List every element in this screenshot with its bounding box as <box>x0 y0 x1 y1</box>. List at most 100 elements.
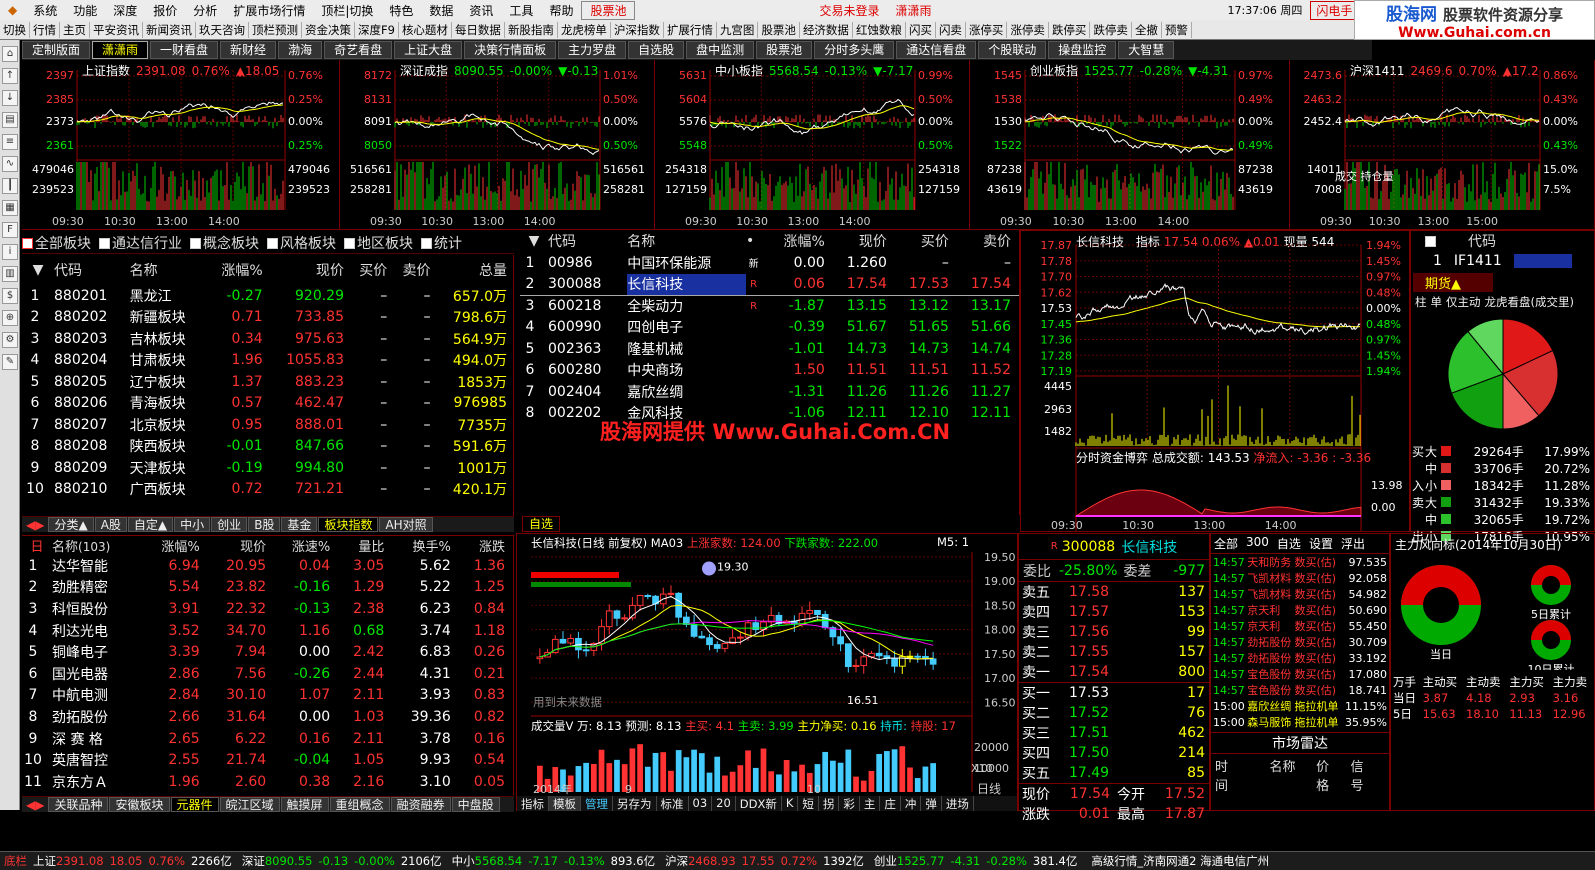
status-index-name[interactable]: 沪深 <box>665 853 688 869</box>
layout-tab-15[interactable]: 操盘监控 <box>1048 41 1117 59</box>
line-chart-icon[interactable]: ∿ <box>2 156 18 172</box>
toolbar-item-1[interactable]: 行情 <box>30 21 60 38</box>
sector-col-header[interactable]: 名称 <box>130 255 209 285</box>
watch-row[interactable]: 6 600280 中央商场 1.50 11.51 11.51 11.52 <box>520 360 1019 382</box>
sector-tab-3[interactable]: 中小 <box>174 517 211 532</box>
watch-col-header[interactable]: 代码 <box>548 230 627 252</box>
sector-col-header[interactable]: 买价 <box>350 255 393 285</box>
index-chart-2[interactable]: 中小板指 5568.54 -0.13% ▼-7.17 5631 5604 5576 5548 2… <box>655 60 970 230</box>
signal-row[interactable]: 14:57 宝色股份 数买(估) 17.080 <box>1211 666 1389 682</box>
toolbar-item-6[interactable]: 顶栏预测 <box>249 21 302 38</box>
orderbook-row[interactable]: 卖三 17.56 99 <box>1019 622 1209 642</box>
toolbar-item-4[interactable]: 新闻资讯 <box>143 21 196 38</box>
sector-tab-7[interactable]: 板块指数 <box>318 517 379 532</box>
prev-arrow-icon[interactable]: ◀▶ <box>22 518 48 532</box>
breadth-row[interactable]: 9 深 赛 格 2.65 6.22 0.16 2.11 3.78 0.16 <box>22 728 513 750</box>
futures-subtab-0[interactable]: 柱 <box>1415 294 1427 310</box>
toolbar-item-10[interactable]: 每日数据 <box>452 21 505 38</box>
kline-tool-13[interactable]: 庄 <box>880 796 901 811</box>
status-label[interactable]: 底栏 <box>0 853 27 869</box>
layout-tab-0[interactable]: 定制版面 <box>22 41 91 59</box>
sector-row[interactable]: 2 880202 新疆板块 0.71 733.85 – – 798.6万 <box>22 307 513 329</box>
sector-row[interactable]: 5 880205 辽宁板块 1.37 883.23 – – 1853万 <box>22 371 513 393</box>
futures-subtab-3[interactable]: 龙虎看盘(成交里) <box>1485 294 1574 310</box>
layout-tab-5[interactable]: 奇艺看盘 <box>324 41 393 59</box>
watch-row[interactable]: 2 300088 长信科技 R 0.06 17.54 17.53 17.54 <box>520 273 1019 295</box>
watch-col-header[interactable]: 现价 <box>833 230 895 252</box>
login-status[interactable]: 交易未登录 <box>811 2 887 19</box>
toolbar-item-14[interactable]: 扩展行情 <box>664 21 717 38</box>
futures-sort-icon[interactable] <box>1425 235 1436 247</box>
futures-subtab-2[interactable]: 仅主动 <box>1446 294 1481 310</box>
signal-row[interactable]: 14:57 天和防务 数买(估) 97.535 <box>1211 554 1389 570</box>
toolbar-item-12[interactable]: 龙虎榜单 <box>558 21 611 38</box>
sector-row[interactable]: 7 880207 北京板块 0.95 888.01 – – 7735万 <box>22 414 513 436</box>
toolbar-item-13[interactable]: 沪深指数 <box>611 21 664 38</box>
filter-4[interactable]: 地区板块 <box>344 233 413 253</box>
signal-row[interactable]: 14:57 飞凯材料 数买(估) 54.982 <box>1211 586 1389 602</box>
sector-col-header[interactable]: 代码 <box>54 255 130 285</box>
menu-data[interactable]: 数据 <box>421 2 461 19</box>
breadth-col-header[interactable]: 涨幅% <box>144 536 208 555</box>
bottom-tab-3[interactable]: 皖江区域 <box>219 797 280 812</box>
sector-row[interactable]: 3 880203 吉林板块 0.34 975.63 – – 564.9万 <box>22 328 513 350</box>
orderbook-row[interactable]: 买五 17.49 85 <box>1019 763 1209 784</box>
breadth-row[interactable]: 1 达华智能 6.94 20.95 0.04 3.05 5.62 1.36 <box>22 555 513 577</box>
watch-row[interactable]: 7 002404 嘉欣丝绸 -1.31 11.26 11.26 11.27 <box>520 381 1019 403</box>
orderbook-row[interactable]: 买三 17.51 462 <box>1019 723 1209 743</box>
signal-row[interactable]: 14:57 劲拓股份 数买(估) 33.192 <box>1211 650 1389 666</box>
sector-row[interactable]: 8 880208 陕西板块 -0.01 847.66 – – 591.6万 <box>22 436 513 458</box>
kline-tool-6[interactable]: 20 <box>712 796 736 811</box>
layout-tab-9[interactable]: 自选股 <box>628 41 685 59</box>
signal-row[interactable]: 15:00 森马服饰 拖拉机单 35.95% <box>1211 714 1389 730</box>
watchlist-tab[interactable]: 自选 <box>522 516 561 532</box>
toolbar-item-5[interactable]: 玖天咨询 <box>196 21 249 38</box>
kline-tool-9[interactable]: 短 <box>798 796 819 811</box>
layout-tab-16[interactable]: 大智慧 <box>1118 41 1175 59</box>
toolbar-item-25[interactable]: 全撤 <box>1132 21 1162 38</box>
breadth-row[interactable]: 8 劲拓股份 2.66 31.64 0.00 1.03 39.36 0.82 <box>22 706 513 728</box>
index-chart-4[interactable]: 沪深1411 2469.6 0.70% ▲17.2 2473.6 2463.2 2452.4… <box>1290 60 1595 230</box>
bottom-tab-0[interactable]: 关联品种 <box>48 797 109 812</box>
signal-row[interactable]: 14:57 京天利 数买(估) 50.690 <box>1211 602 1389 618</box>
menu-topbar[interactable]: 顶栏|切换 <box>313 2 381 19</box>
signal-tab-1[interactable]: 300 <box>1246 535 1269 552</box>
info-icon[interactable]: i <box>2 244 18 260</box>
toolbar-item-22[interactable]: 涨停卖 <box>1007 21 1049 38</box>
orderbook-row[interactable]: 卖五 17.58 137 <box>1019 582 1209 602</box>
kline-tool-5[interactable]: 03 <box>689 796 713 811</box>
toolbar-item-2[interactable]: 主页 <box>60 21 90 38</box>
layout-tab-11[interactable]: 股票池 <box>756 41 813 59</box>
menu-help[interactable]: 帮助 <box>541 2 581 19</box>
list-icon[interactable]: ≡ <box>2 134 18 150</box>
menu-news[interactable]: 资讯 <box>461 2 501 19</box>
status-index-name[interactable]: 创业 <box>874 853 897 869</box>
orderbook-row[interactable]: 卖一 17.54 800 <box>1019 662 1209 683</box>
kline-chart[interactable]: 19.50 19.00 18.50 18.00 17.50 17.00 16.50 19.30… <box>517 534 1017 810</box>
toolbar-item-20[interactable]: 闪卖 <box>936 21 966 38</box>
kline-tool-15[interactable]: 弹 <box>921 796 942 811</box>
setting-icon[interactable]: ⚙ <box>2 332 18 348</box>
watch-col-header[interactable]: • <box>746 230 769 252</box>
bottom-tab-6[interactable]: 融资融券 <box>390 797 451 812</box>
app-icon[interactable]: ◆ <box>0 3 25 17</box>
breadth-col-header[interactable]: 量比 <box>338 536 392 555</box>
kline-tool-4[interactable]: 标准 <box>657 796 689 811</box>
layout-tab-12[interactable]: 分时多头鹰 <box>814 41 895 59</box>
layout-tab-1[interactable]: 潇潇雨 <box>92 41 149 59</box>
watch-row[interactable]: 4 600990 四创电子 -0.39 51.67 51.65 51.66 <box>520 317 1019 339</box>
kline-tool-16[interactable]: 进场 <box>942 796 974 811</box>
futures-tab[interactable]: 期货▲ <box>1413 273 1493 292</box>
sector-col-header[interactable]: 卖价 <box>393 255 436 285</box>
sector-row[interactable]: 4 880204 甘肃板块 1.96 1055.83 – – 494.0万 <box>22 350 513 372</box>
toolbar-item-9[interactable]: 核心题材 <box>399 21 452 38</box>
intraday-chart[interactable]: 17.87 17.78 17.70 17.62 17.53 17.45 17.36 17.28… <box>1021 231 1409 531</box>
breadth-col-header[interactable]: 涨速% <box>274 536 338 555</box>
menu-system[interactable]: 系统 <box>25 2 65 19</box>
up-arrow-icon[interactable]: ↑ <box>2 68 18 84</box>
layout-tab-7[interactable]: 决策行情面板 <box>464 41 557 59</box>
menu-analysis[interactable]: 分析 <box>185 2 225 19</box>
sector-tab-1[interactable]: A股 <box>94 517 127 532</box>
layout-tab-2[interactable]: 一财看盘 <box>150 41 219 59</box>
chart-icon[interactable]: ▤ <box>2 112 18 128</box>
